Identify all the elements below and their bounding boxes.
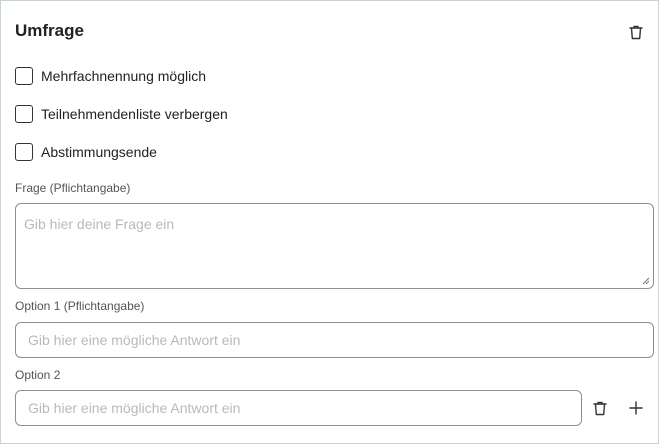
remove-option-button[interactable]: [589, 397, 611, 419]
option-2-label: Option 2: [15, 368, 61, 382]
question-label: Frage (Pflichtangabe): [15, 181, 131, 195]
trash-icon: [593, 401, 607, 415]
checkbox-label: Teilnehmendenliste verbergen: [41, 106, 228, 122]
checkbox-multiple-choice[interactable]: Mehrfachnennung möglich: [15, 67, 206, 85]
checkbox-label: Mehrfachnennung möglich: [41, 68, 206, 84]
option-1-placeholder: Gib hier eine mögliche Antwort ein: [28, 332, 241, 348]
checkbox-label: Abstimmungsende: [41, 144, 157, 160]
option-1-input[interactable]: Gib hier eine mögliche Antwort ein: [15, 322, 654, 358]
plus-icon: [629, 401, 643, 415]
panel-title: Umfrage: [15, 21, 84, 40]
checkbox-poll-end[interactable]: Abstimmungsende: [15, 143, 157, 161]
checkbox[interactable]: [15, 143, 33, 161]
delete-poll-button[interactable]: [625, 21, 647, 43]
checkbox[interactable]: [15, 105, 33, 123]
checkbox-hide-participants[interactable]: Teilnehmendenliste verbergen: [15, 105, 228, 123]
question-textarea[interactable]: Gib hier deine Frage ein: [15, 203, 654, 289]
add-option-button[interactable]: [625, 397, 647, 419]
option-1-label: Option 1 (Pflichtangabe): [15, 299, 145, 313]
trash-icon: [629, 25, 643, 39]
resize-grip-icon[interactable]: [642, 277, 650, 285]
checkbox[interactable]: [15, 67, 33, 85]
poll-panel: Umfrage Mehrfachnennung möglich Teilnehm…: [0, 0, 659, 444]
question-placeholder: Gib hier deine Frage ein: [24, 216, 175, 232]
option-2-placeholder: Gib hier eine mögliche Antwort ein: [28, 400, 241, 416]
option-2-input[interactable]: Gib hier eine mögliche Antwort ein: [15, 390, 582, 426]
